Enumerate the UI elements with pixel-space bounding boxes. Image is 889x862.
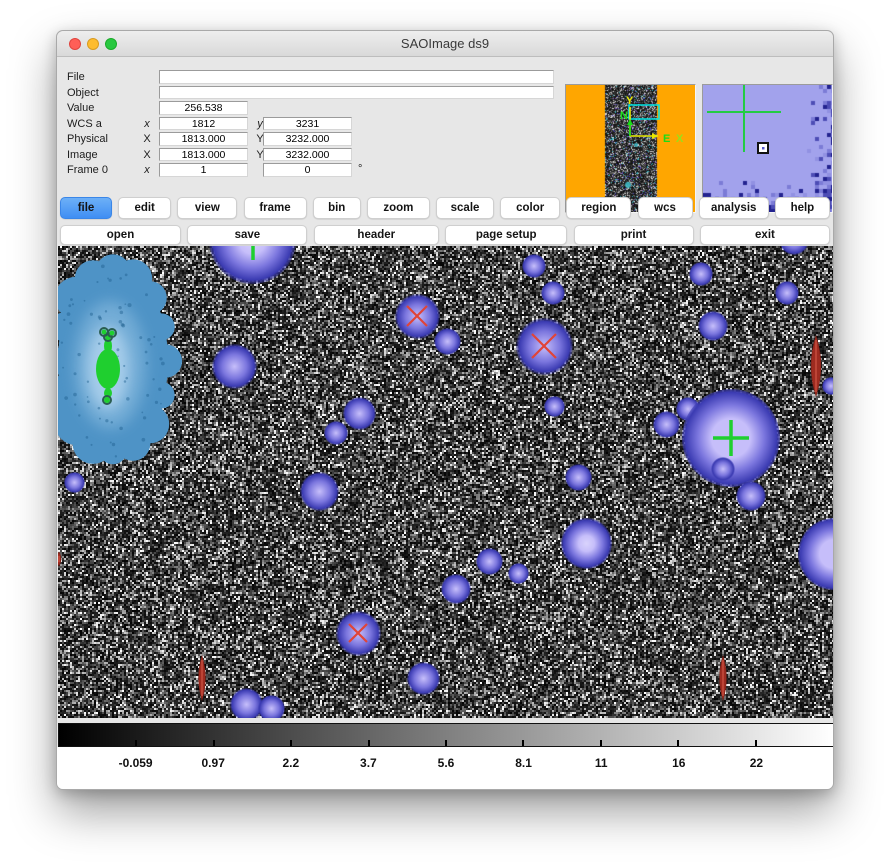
info-row-label: Object (67, 87, 99, 99)
info-field[interactable]: 1813.000 (159, 148, 248, 162)
file-menu-shortcuts: open save header page setup print exit (60, 225, 830, 245)
info-row-label: Physical (67, 133, 108, 145)
title-bar[interactable]: SAOImage ds9 (57, 31, 833, 57)
colorbar-tick-label: 16 (672, 756, 685, 770)
menu-button-open[interactable]: open (60, 225, 181, 245)
info-field[interactable]: 3232.000 (263, 132, 352, 146)
info-rows: FileObjectValue256.538WCS ax1812y3231Phy… (57, 70, 562, 179)
menu-button-zoom[interactable]: zoom (367, 197, 430, 219)
colorbar-tick-label: 2.2 (282, 756, 299, 770)
axis-label: x (141, 164, 153, 176)
info-field[interactable]: 1813.000 (159, 132, 248, 146)
colorbar-tick-label: 8.1 (515, 756, 532, 770)
menu-button-exit[interactable]: exit (700, 225, 830, 245)
menu-button-view[interactable]: view (177, 197, 237, 219)
fits-noise-field (58, 246, 834, 718)
info-row: Value 256.538 (57, 101, 562, 117)
info-field[interactable]: 1 (159, 163, 248, 177)
menu-button-scale[interactable]: scale (436, 197, 494, 219)
menu-button-print[interactable]: print (574, 225, 694, 245)
menu-button-analysis[interactable]: analysis (699, 197, 769, 219)
info-row: Object (57, 86, 562, 102)
info-row-label: Image (67, 149, 98, 161)
menu-button-save[interactable]: save (187, 225, 307, 245)
magnifier-crosshair-icon (703, 85, 832, 212)
colorbar-tick (135, 740, 137, 746)
info-row-label: Frame 0 (67, 164, 108, 176)
colorbar-tick-label: 11 (595, 756, 608, 770)
info-row-label: Value (67, 102, 94, 114)
info-row-label: File (67, 71, 85, 83)
colorbar-tick-label: 3.7 (360, 756, 377, 770)
menu-button-color[interactable]: color (500, 197, 560, 219)
colorbar-tick-label: 0.97 (202, 756, 225, 770)
axis-label: X (141, 149, 153, 161)
colorbar-tick (600, 740, 602, 746)
info-row-label: WCS a (67, 118, 102, 130)
menu-button-region[interactable]: region (566, 197, 631, 219)
menu-button-edit[interactable]: edit (118, 197, 171, 219)
image-canvas[interactable] (58, 246, 834, 718)
degree-symbol: ° (358, 163, 362, 175)
colorbar-tick (522, 740, 524, 746)
window-title: SAOImage ds9 (57, 31, 833, 57)
menu-button-frame[interactable]: frame (244, 197, 307, 219)
colorbar[interactable] (58, 723, 834, 747)
colorbar-tick (755, 740, 757, 746)
panner-x-label: X (676, 133, 684, 145)
colorbar-tick (677, 740, 679, 746)
panner-compass-icon: YN EX (566, 85, 695, 212)
info-row: File (57, 70, 562, 86)
colorbar-tick (445, 740, 447, 746)
screenshot-root: SAOImage ds9 File Object Value 256.538 WCS a… (0, 0, 889, 862)
panner[interactable]: YN EX (565, 84, 696, 213)
menu-button-page-setup[interactable]: page setup (445, 225, 567, 245)
info-row: WCS ax1812y3231 (57, 117, 562, 133)
ds9-window: SAOImage ds9 File Object Value 256.538 WCS a… (56, 30, 834, 790)
info-panel: FileObjectValue256.538WCS ax1812y3231Phy… (57, 57, 833, 191)
axis-label: x (141, 118, 153, 130)
info-field[interactable] (159, 86, 554, 100)
colorbar-tick-label: 22 (750, 756, 763, 770)
info-field[interactable]: 256.538 (159, 101, 248, 115)
menu-button-bin[interactable]: bin (313, 197, 361, 219)
colorbar-tick (213, 740, 215, 746)
menu-bar: file edit view frame binzoom scale color region… (60, 197, 830, 219)
menu-button-file[interactable]: file (60, 197, 112, 219)
colorbar-tick-label: 5.6 (438, 756, 455, 770)
info-field[interactable]: 3232.000 (263, 148, 352, 162)
colorbar-tick-label: -0.059 (119, 756, 153, 770)
info-row: Frame 0 x1 0 ° (57, 163, 562, 179)
colorbar-tick (368, 740, 370, 746)
info-field[interactable] (159, 70, 554, 84)
info-field[interactable]: 3231 (263, 117, 352, 131)
panner-y-label: Y (626, 95, 634, 107)
magnifier[interactable] (702, 84, 833, 213)
menu-button-help[interactable]: help (775, 197, 830, 219)
panner-n-label: N (620, 110, 628, 122)
info-field[interactable]: 1812 (159, 117, 248, 131)
info-field[interactable]: 0 (263, 163, 352, 177)
axis-label: X (141, 133, 153, 145)
menu-button-wcs[interactable]: wcs (638, 197, 693, 219)
info-row: PhysicalX1813.000Y3232.000 (57, 132, 562, 148)
menu-button-header[interactable]: header (314, 225, 439, 245)
info-row: ImageX1813.000Y3232.000 (57, 148, 562, 164)
panner-e-label: E (663, 133, 670, 145)
colorbar-tick (290, 740, 292, 746)
colorbar-scale: -0.059 0.97 2.2 3.7 5.6 8.1 11 16 22 (57, 747, 834, 790)
